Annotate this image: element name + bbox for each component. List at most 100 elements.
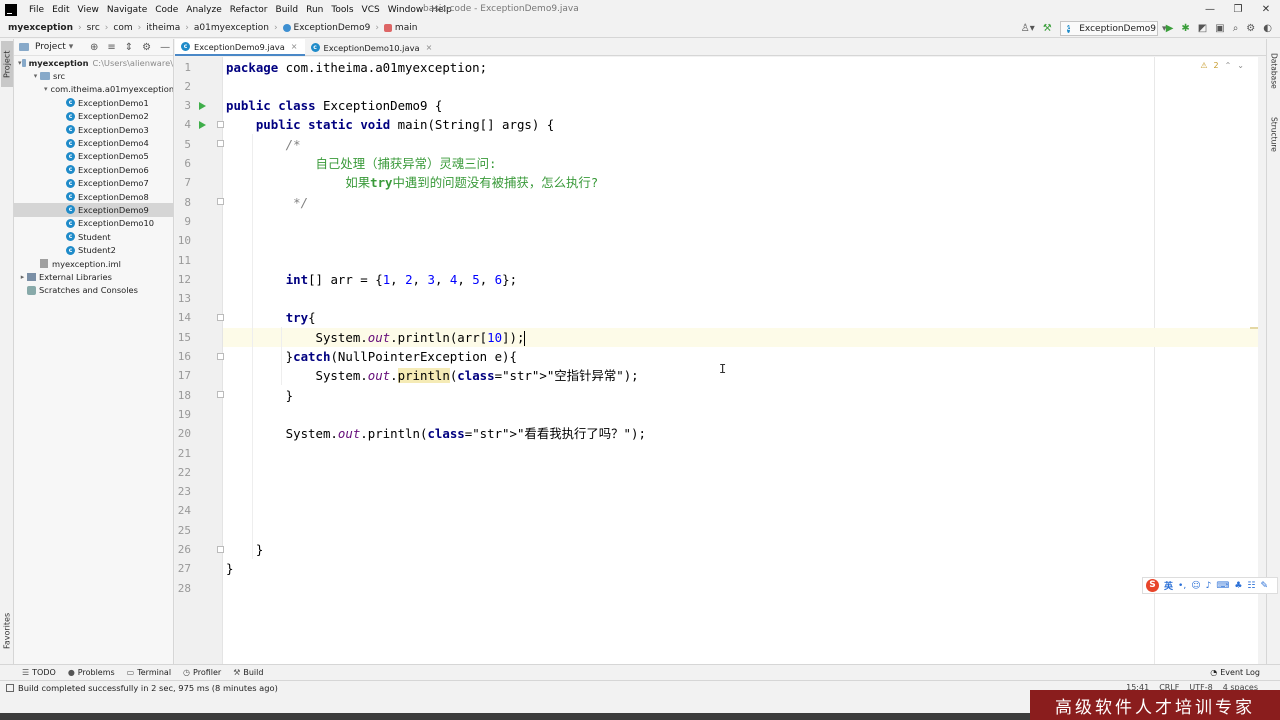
project-view-select[interactable]: Project ▾ (19, 42, 73, 52)
toolbox-icon[interactable]: ☷ (1247, 581, 1255, 591)
tree-item[interactable]: c ExceptionDemo6 (14, 163, 173, 176)
editor-tab[interactable]: c ExceptionDemo9.java × (175, 39, 305, 56)
code-line[interactable]: System.out.println(class="str">"空指针异常"); (223, 366, 1258, 385)
bottom-tab-todo[interactable]: ☰ TODO (22, 668, 56, 677)
code-line[interactable] (223, 444, 1258, 463)
code-line[interactable]: } (223, 386, 1258, 405)
code-line[interactable] (223, 289, 1258, 308)
code-line[interactable]: /* (223, 135, 1258, 154)
breadcrumb-item[interactable]: main (383, 23, 417, 33)
editor-tab[interactable]: c ExceptionDemo10.java × (305, 39, 440, 56)
code-line[interactable]: 自己处理（捕获异常）灵魂三问: (223, 154, 1258, 173)
code-line[interactable]: public static void main(String[] args) { (223, 115, 1258, 134)
run-gutter-icon[interactable] (199, 120, 206, 129)
code-line[interactable] (223, 579, 1258, 598)
tree-item[interactable]: c ExceptionDemo10 (14, 217, 173, 230)
tree-item[interactable]: ▸ External Libraries (14, 270, 173, 283)
wrench-icon[interactable]: ✎ (1260, 581, 1268, 591)
chevron-down-icon[interactable]: ▾ (31, 72, 40, 80)
breadcrumb-item[interactable]: src (87, 23, 100, 33)
code-line[interactable]: } (223, 559, 1258, 578)
hide-panel-icon[interactable]: — (160, 42, 170, 53)
run-icon[interactable]: ▶ (1166, 23, 1174, 34)
code-line[interactable] (223, 231, 1258, 250)
close-tab-icon[interactable]: × (291, 42, 298, 51)
tree-item[interactable]: ▾ myexception C:\Users\alienware\ (14, 56, 173, 69)
code-editor[interactable]: 1 2 3 4 5 6 7 8 9 10 11 12 13 14 15 16 17 18 19 20 21 22 23 24 2… (175, 57, 1258, 664)
menu-file[interactable]: File (25, 5, 48, 15)
bottom-tab-build[interactable]: ⚒ Build (233, 668, 263, 677)
menu-view[interactable]: View (74, 5, 103, 15)
collapse-all-icon[interactable]: ⇕ (125, 42, 133, 53)
tree-item[interactable]: c Student (14, 230, 173, 243)
code-line[interactable]: System.out.println(class="str">"看看我执行了吗？… (223, 424, 1258, 443)
code-line[interactable]: int[] arr = {1, 2, 3, 4, 5, 6}; (223, 270, 1258, 289)
code-line[interactable] (223, 212, 1258, 231)
code-line[interactable]: */ (223, 193, 1258, 212)
locate-icon[interactable]: ⊕ (90, 42, 98, 53)
close-button[interactable]: ✕ (1252, 0, 1280, 19)
code-line[interactable] (223, 501, 1258, 520)
breadcrumb-item[interactable]: itheima (146, 23, 180, 33)
code-line[interactable] (223, 463, 1258, 482)
bottom-tab-terminal[interactable]: ▭ Terminal (127, 668, 171, 677)
plugin-icon[interactable]: ◐ (1263, 23, 1272, 34)
database-tool-tab[interactable]: Database (1268, 47, 1280, 95)
emoji-icon[interactable]: ☺ (1191, 581, 1200, 591)
menu-build[interactable]: Build (272, 5, 303, 15)
tree-item[interactable]: c ExceptionDemo8 (14, 190, 173, 203)
code-line[interactable]: } (223, 540, 1258, 559)
menu-analyze[interactable]: Analyze (182, 5, 225, 15)
breadcrumb-item[interactable]: a01myexception (194, 23, 269, 33)
close-tab-icon[interactable]: × (426, 43, 433, 52)
run-gutter-icon[interactable] (199, 101, 206, 110)
bottom-tab-profiler[interactable]: ◷ Profiler (183, 668, 221, 677)
punctuation-icon[interactable]: •, (1178, 581, 1186, 591)
skin-icon[interactable]: ♣ (1234, 581, 1242, 591)
code-line[interactable]: public class ExceptionDemo9 { (223, 96, 1258, 115)
coverage-icon[interactable]: ◩ (1198, 23, 1207, 34)
menu-navigate[interactable]: Navigate (103, 5, 151, 15)
tree-item[interactable]: myexception.iml (14, 257, 173, 270)
user-icon[interactable]: ♙▾ (1021, 23, 1035, 34)
menu-code[interactable]: Code (151, 5, 182, 15)
tree-item[interactable]: Scratches and Consoles (14, 284, 173, 297)
stop-icon[interactable]: ▣ (1215, 23, 1224, 34)
tree-item[interactable]: c ExceptionDemo4 (14, 136, 173, 149)
expand-all-icon[interactable]: ≡ (107, 42, 115, 53)
code-line[interactable]: }catch(NullPointerException e){ (223, 347, 1258, 366)
code-line[interactable]: System.out.println(arr[10]); (223, 327, 1258, 347)
favorites-tool-tab[interactable]: Favorites (1, 607, 13, 655)
editor-gutter[interactable]: 1 2 3 4 5 6 7 8 9 10 11 12 13 14 15 16 17 18 19 20 21 22 23 24 2… (175, 57, 224, 664)
build-hammer-icon[interactable]: ⚒ (1043, 23, 1052, 34)
structure-tool-tab[interactable]: Structure (1268, 111, 1280, 157)
tree-item[interactable]: c Student2 (14, 243, 173, 256)
options-gear-icon[interactable]: ⚙ (142, 42, 151, 53)
inspection-widget[interactable]: ⚠ 2 ⌃ ⌄ (1200, 61, 1244, 70)
ime-language[interactable]: 英 (1164, 579, 1173, 592)
maximize-button[interactable]: ❐ (1224, 0, 1252, 19)
tree-item[interactable]: c ExceptionDemo3 (14, 123, 173, 136)
keyboard-icon[interactable]: ⌨ (1216, 581, 1229, 591)
menu-window[interactable]: Window (384, 5, 428, 15)
microphone-icon[interactable]: ♪ (1206, 581, 1212, 591)
tree-item[interactable]: c ExceptionDemo9 (14, 203, 173, 217)
event-log-tab[interactable]: ◔ Event Log (1210, 668, 1260, 677)
status-toggle-icon[interactable] (6, 683, 14, 692)
code-line[interactable]: 如果try中遇到的问题没有被捕获，怎么执行? (223, 173, 1258, 192)
code-line[interactable] (223, 482, 1258, 501)
tree-item[interactable]: ▾ com.itheima.a01myexception (14, 83, 173, 96)
code-area[interactable]: package com.itheima.a01myexception; publi… (223, 57, 1258, 664)
settings-gear-icon[interactable]: ⚙ (1246, 23, 1255, 34)
tree-item[interactable]: c ExceptionDemo7 (14, 177, 173, 190)
tree-item[interactable]: c ExceptionDemo2 (14, 110, 173, 123)
menu-edit[interactable]: Edit (48, 5, 73, 15)
code-line[interactable] (223, 521, 1258, 540)
code-line[interactable]: package com.itheima.a01myexception; (223, 58, 1258, 77)
menu-run[interactable]: Run (302, 5, 327, 15)
breadcrumb-item[interactable]: ExceptionDemo9 (282, 23, 370, 33)
breadcrumb-item[interactable]: com (113, 23, 132, 33)
menu-refactor[interactable]: Refactor (226, 5, 272, 15)
tree-item[interactable]: ▾ src (14, 69, 173, 82)
ime-toolbar[interactable]: S 英 •, ☺ ♪ ⌨ ♣ ☷ ✎ (1142, 577, 1278, 594)
